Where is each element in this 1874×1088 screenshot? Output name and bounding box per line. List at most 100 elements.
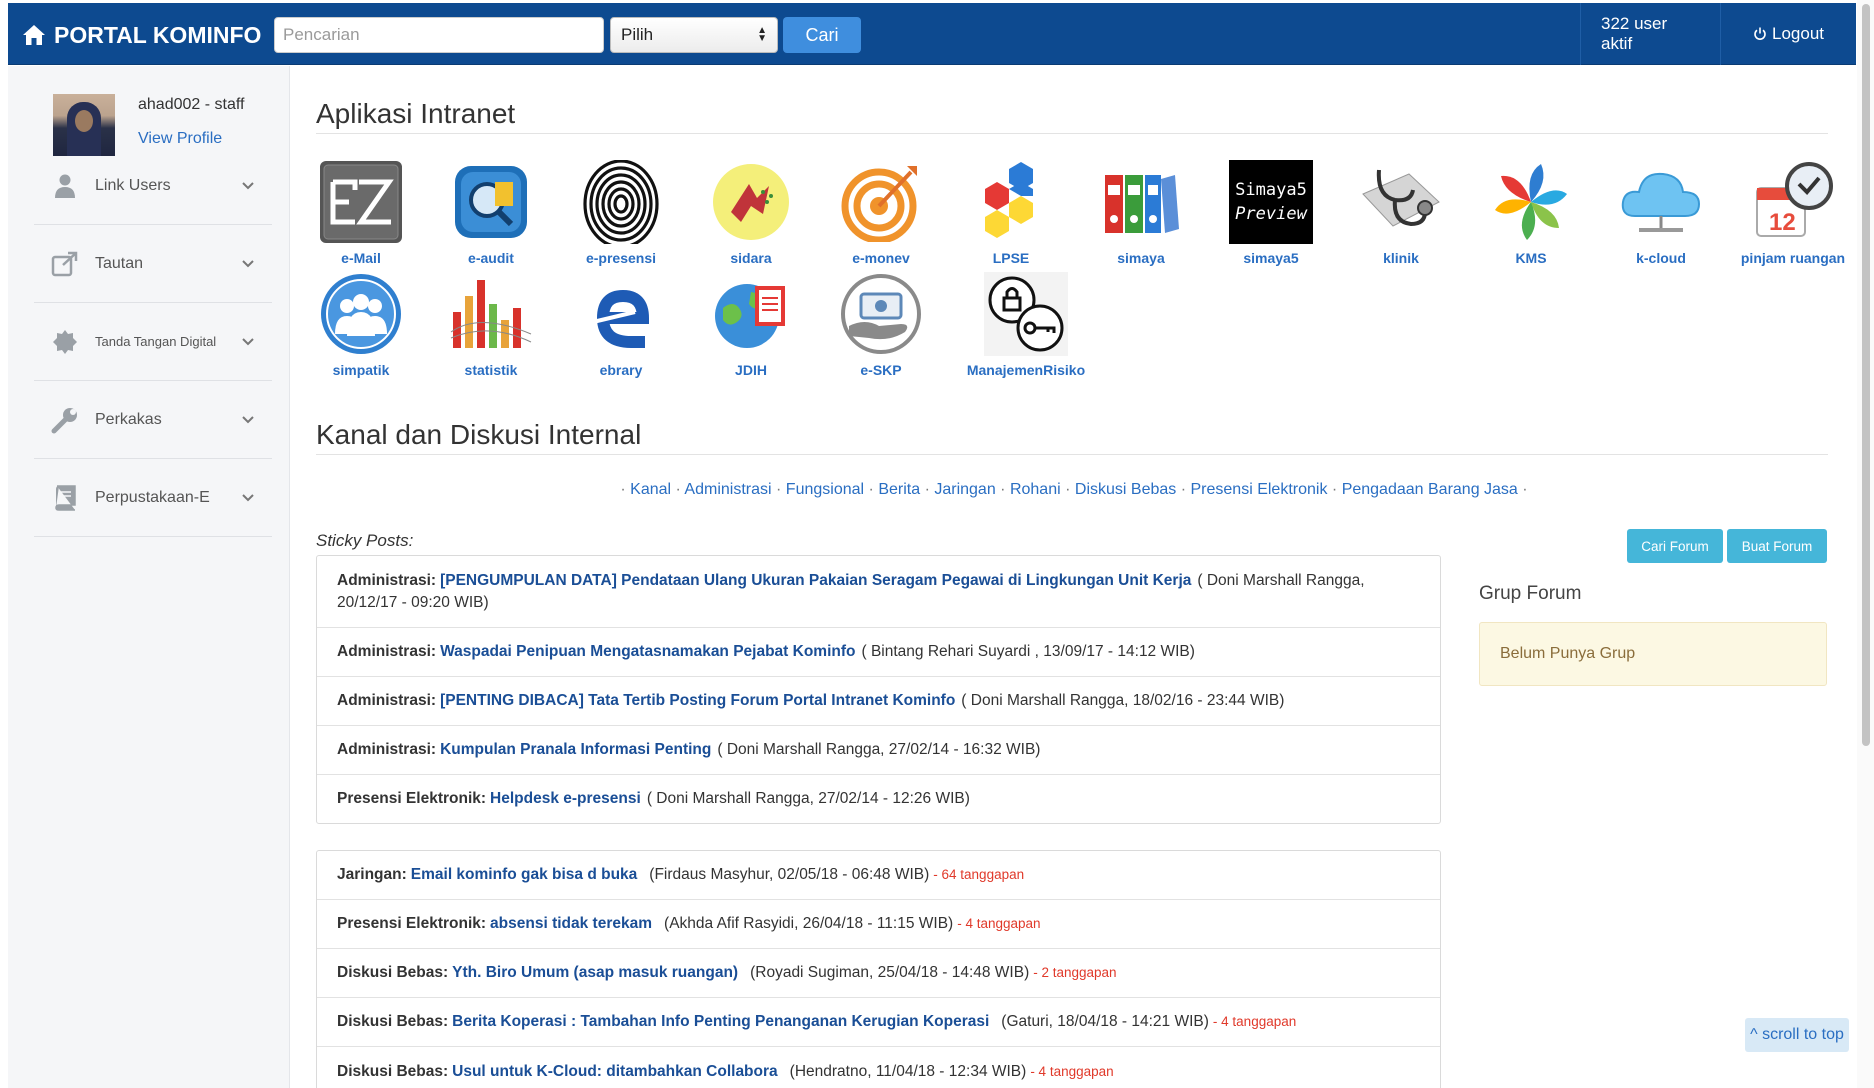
post-category: Diskusi Bebas: — [337, 1062, 449, 1080]
post-title-link[interactable]: absensi tidak terekam — [490, 913, 652, 935]
app-klinik[interactable]: klinik — [1336, 160, 1466, 266]
channel-link-diskusi-bebas[interactable]: Diskusi Bebas — [1075, 481, 1176, 498]
app-label: klinik — [1383, 250, 1419, 266]
active-users-count[interactable]: 322 user aktif — [1580, 3, 1720, 65]
post-title-link[interactable]: Kumpulan Pranala Informasi Penting — [440, 739, 711, 761]
buat-forum-button[interactable]: Buat Forum — [1727, 529, 1827, 563]
app-kms[interactable]: KMS — [1466, 160, 1596, 266]
app-e-monev[interactable]: e-monev — [816, 160, 946, 266]
sidebar: ahad002 - staff View Profile Link Users … — [8, 66, 290, 1088]
post-title-link[interactable]: Waspadai Penipuan Mengatasnamakan Pejaba… — [440, 641, 855, 663]
app-statistik[interactable]: statistik — [426, 272, 556, 378]
post-title-link[interactable]: Yth. Biro Umum (asap masuk ruangan) — [452, 962, 738, 984]
post-responses[interactable]: - 4 tanggapan — [1213, 1011, 1296, 1033]
logout-button[interactable]: Logout — [1720, 3, 1856, 65]
channel-link-jaringan[interactable]: Jaringan — [934, 481, 995, 498]
search-input[interactable] — [274, 17, 604, 53]
sidebar-item-perkakas[interactable]: Perkakas — [34, 381, 272, 459]
post-title-link[interactable]: Helpdesk e-presensi — [490, 788, 641, 810]
channel-link-kanal[interactable]: Kanal — [630, 481, 671, 498]
channel-link-berita[interactable]: Berita — [878, 481, 920, 498]
scrollbar-thumb[interactable] — [1862, 4, 1870, 746]
app-lpse[interactable]: LPSE — [946, 160, 1076, 266]
post-title-link[interactable]: [PENGUMPULAN DATA] Pendataan Ulang Ukura… — [440, 572, 1191, 589]
ebrary-icon — [579, 272, 663, 356]
post-category: Administrasi: — [337, 741, 437, 758]
sidebar-item-label: Tanda Tangan Digital — [95, 334, 217, 349]
select-value: Pilih — [621, 25, 654, 44]
fingerprint-icon — [579, 160, 663, 244]
people-icon — [319, 272, 403, 356]
kanal-section-title: Kanal dan Diskusi Internal — [316, 419, 642, 450]
app-label: k-cloud — [1636, 250, 1686, 266]
post-category: Jaringan: — [337, 866, 407, 883]
pinwheel-icon — [1489, 160, 1573, 244]
post-responses[interactable]: - 4 tanggapan — [957, 913, 1040, 935]
channel-link-presensi-elektronik[interactable]: Presensi Elektronik — [1191, 481, 1328, 498]
app-e-skp[interactable]: e-SKP — [816, 272, 946, 378]
app-sidara[interactable]: sidara — [686, 160, 816, 266]
sidebar-item-link-users[interactable]: Link Users — [34, 147, 272, 225]
post-title-link[interactable]: Email kominfo gak bisa d buka — [411, 864, 638, 886]
hand-money-icon — [839, 272, 923, 356]
channel-links: · Kanal · Administrasi · Fungsional · Be… — [620, 481, 1528, 498]
app-pinjam-ruangan[interactable]: 12 pinjam ruangan — [1728, 160, 1858, 266]
app-e-presensi[interactable]: e-presensi — [556, 160, 686, 266]
chevron-down-icon — [242, 493, 254, 501]
post-meta: ( Doni Marshall Rangga, 18/02/16 - 23:44… — [961, 692, 1285, 709]
view-profile-link[interactable]: View Profile — [138, 130, 222, 148]
sidebar-item-label: Perpustakaan-E — [95, 488, 210, 506]
home-icon — [23, 25, 45, 45]
app-label: simpatik — [332, 362, 390, 378]
post-meta: ( Doni Marshall Rangga, 27/02/14 - 12:26… — [646, 790, 970, 807]
divider — [316, 133, 1828, 134]
chevron-down-icon — [242, 259, 254, 267]
channel-link-administrasi[interactable]: Administrasi — [684, 481, 771, 498]
cari-forum-button[interactable]: Cari Forum — [1627, 529, 1723, 563]
app-e-mail[interactable]: e-Mail — [296, 160, 426, 266]
logout-label: Logout — [1772, 24, 1824, 43]
app-label: JDIH — [735, 362, 767, 378]
channel-link-pengadaan-barang-jasa[interactable]: Pengadaan Barang Jasa — [1342, 481, 1518, 498]
sidebar-item-tautan[interactable]: Tautan — [34, 225, 272, 303]
post-meta: (Gaturi, 18/04/18 - 14:21 WIB) — [1001, 1013, 1209, 1030]
app-manajemen-risiko[interactable]: ManajemenRisiko — [961, 272, 1091, 378]
app-label: e-presensi — [585, 250, 657, 266]
search-category-select[interactable]: Pilih ▲ ▼ — [610, 17, 778, 53]
list-item: Administrasi: Kumpulan Pranala Informasi … — [317, 726, 1440, 775]
post-responses[interactable]: - 4 tanggapan — [1030, 1061, 1113, 1083]
app-jdih[interactable]: JDIH — [686, 272, 816, 378]
app-label: ManajemenRisiko — [966, 362, 1086, 378]
search-button[interactable]: Cari — [783, 17, 861, 53]
svg-text:12: 12 — [1769, 209, 1796, 236]
sidebar-item-perpustakaan-e[interactable]: Perpustakaan-E — [34, 459, 272, 537]
apps-section-title: Aplikasi Intranet — [316, 98, 516, 129]
brand-link[interactable]: PORTAL KOMINFO — [22, 18, 261, 52]
list-item: Presensi Elektronik: absensi tidak tereka… — [317, 900, 1440, 949]
post-responses[interactable]: - 2 tanggapan — [1033, 962, 1116, 984]
app-simpatik[interactable]: simpatik — [296, 272, 426, 378]
app-label: ebrary — [599, 362, 643, 378]
app-simaya5[interactable]: Simaya5 Preview simaya5 — [1206, 160, 1336, 266]
post-title-link[interactable]: [PENTING DIBACA] Tata Tertib Posting For… — [440, 690, 955, 712]
post-responses[interactable]: - 64 tanggapan — [933, 864, 1024, 886]
app-label: KMS — [1515, 250, 1547, 266]
post-title-link[interactable]: Usul untuk K-Cloud: ditambahkan Collabor… — [452, 1061, 778, 1083]
sidebar-item-tanda-tangan-digital[interactable]: Tanda Tangan Digital — [34, 303, 272, 381]
app-k-cloud[interactable]: k-cloud — [1596, 160, 1726, 266]
grup-forum-title: Grup Forum — [1479, 583, 1582, 604]
channel-link-fungsional[interactable]: Fungsional — [786, 481, 864, 498]
app-ebrary[interactable]: ebrary — [556, 272, 686, 378]
list-item: Administrasi: [PENTING DIBACA] Tata Terti… — [317, 677, 1440, 726]
sidebar-item-label: Tautan — [95, 254, 144, 272]
post-title-link[interactable]: Berita Koperasi : Tambahan Info Penting … — [452, 1011, 989, 1033]
app-simaya[interactable]: simaya — [1076, 160, 1206, 266]
channel-link-rohani[interactable]: Rohani — [1010, 481, 1061, 498]
page-scrollbar[interactable] — [1857, 0, 1874, 1088]
post-meta: ( Doni Marshall Rangga, 27/02/14 - 16:32… — [717, 741, 1041, 758]
app-e-audit[interactable]: e-audit — [426, 160, 556, 266]
post-meta: (Firdaus Masyhur, 02/05/18 - 06:48 WIB) — [649, 866, 930, 883]
scroll-to-top-button[interactable]: ^ scroll to top — [1745, 1018, 1849, 1052]
sidebar-item-label: Perkakas — [95, 410, 162, 428]
user-icon — [51, 172, 79, 200]
